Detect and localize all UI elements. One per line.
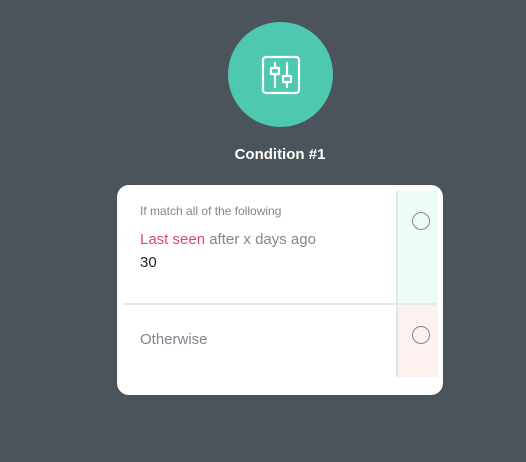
rule-group-heading: If match all of the following bbox=[140, 204, 282, 218]
rule-value: 30 bbox=[140, 254, 157, 271]
rule-operator: after x days ago bbox=[209, 231, 316, 248]
otherwise-output-strip bbox=[396, 305, 438, 377]
match-output-port[interactable] bbox=[412, 212, 430, 230]
rule-line[interactable]: Last seen after x days ago bbox=[140, 231, 316, 249]
node-title: Condition #1 bbox=[234, 146, 326, 163]
rule-key: Last seen bbox=[140, 231, 206, 248]
otherwise-label: Otherwise bbox=[140, 331, 208, 348]
match-branch[interactable]: If match all of the following Last seen … bbox=[117, 185, 443, 303]
otherwise-branch[interactable]: Otherwise bbox=[117, 304, 443, 379]
sliders-icon bbox=[261, 55, 300, 94]
condition-card[interactable]: If match all of the following Last seen … bbox=[117, 185, 443, 395]
match-output-strip bbox=[396, 191, 438, 303]
condition-node-icon[interactable] bbox=[228, 22, 333, 127]
otherwise-output-port[interactable] bbox=[412, 326, 430, 344]
